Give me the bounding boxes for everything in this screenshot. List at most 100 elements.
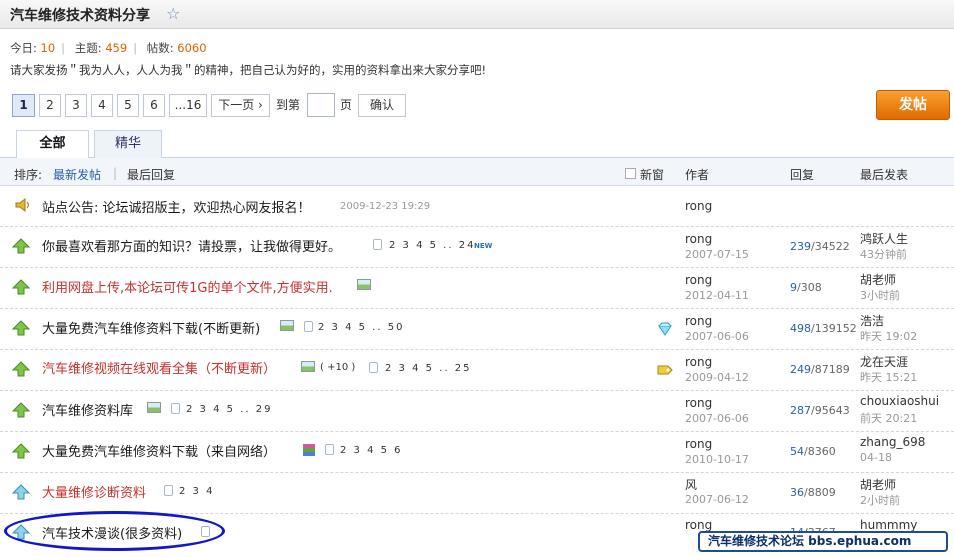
reply-view-count: 54/8360 (790, 445, 836, 458)
posts-count: 6060 (177, 41, 207, 55)
last-poster[interactable]: 胡老师 (860, 271, 896, 288)
thread-title-link[interactable]: 汽车维修资料库 (42, 400, 133, 419)
last-post-time[interactable]: 昨天 19:02 (860, 328, 917, 344)
image-attachment-icon (147, 402, 161, 413)
announcement-speaker-icon (15, 197, 29, 213)
today-label: 今日: (10, 41, 37, 55)
thread-author[interactable]: rong (685, 273, 712, 287)
sort-reply-link[interactable]: 最后回复 (127, 166, 175, 183)
reply-count: 498 (790, 322, 811, 335)
page-last-button[interactable]: ...16 (169, 94, 207, 117)
thread-title-link[interactable]: 汽车维修视频在线观看全集（不断更新） (42, 358, 276, 377)
image-attachment-icon (280, 320, 294, 331)
last-post-column-header: 最后发表 (860, 168, 909, 182)
hot-thread-arrow-icon (12, 279, 30, 295)
goto-page-input[interactable] (307, 93, 335, 117)
forum-stats: 今日: 10 | 主题: 459 | 帖数: 6060 (10, 41, 207, 55)
tab-digest[interactable]: 精华 (94, 130, 162, 158)
page-6-button[interactable]: 6 (143, 94, 165, 117)
thread-pages[interactable]: 2 3 4 5 .. 29 (186, 404, 272, 415)
hot-thread-arrow-icon (12, 238, 30, 254)
image-attachment-icon (301, 361, 315, 372)
view-count: /87189 (811, 363, 850, 376)
favorite-star-icon[interactable]: ☆ (166, 4, 180, 23)
sort-latest-link[interactable]: 最新发帖 (53, 166, 101, 183)
forum-description: 请大家发扬＂我为人人，人人为我＂的精神，把自己认为好的，实用的资料拿出来大家分享… (10, 63, 487, 77)
last-poster[interactable]: 浩洁 (860, 312, 884, 329)
thread-author[interactable]: rong (685, 355, 712, 369)
last-post-time[interactable]: 04-18 (860, 451, 892, 464)
thread-author[interactable]: rong (685, 437, 712, 451)
thread-pages[interactable]: 2 3 4 5 .. 25 (385, 363, 471, 374)
page-5-button[interactable]: 5 (117, 94, 139, 117)
last-post-time[interactable]: 前天 20:21 (860, 410, 917, 426)
thread-author[interactable]: rong (685, 314, 712, 328)
forum-title: 汽车维修技术资料分享 (10, 8, 150, 24)
thread-pages[interactable]: 2 3 4 5 6 (340, 445, 403, 456)
view-count: /34522 (811, 240, 850, 253)
goto-confirm-button[interactable]: 确认 (358, 94, 406, 117)
posts-label: 帖数: (146, 41, 174, 55)
announcement-date: 2009-12-23 19:29 (340, 201, 431, 212)
tab-all[interactable]: 全部 (16, 130, 89, 159)
reply-count: 239 (790, 240, 811, 253)
new-badge: NEW (474, 242, 493, 250)
thread-date: 2009-04-12 (685, 371, 749, 384)
thread-title-link[interactable]: 大量免费汽车维修资料下载(不断更新) (42, 318, 260, 337)
page-1-button[interactable]: 1 (12, 94, 35, 117)
author-column-header: 作者 (685, 168, 710, 182)
thread-pages[interactable]: 2 3 4 (179, 486, 214, 497)
hot-thread-arrow-icon (12, 402, 30, 418)
last-poster[interactable]: 鸿跃人生 (860, 230, 908, 247)
last-poster[interactable]: zhang_698 (860, 435, 925, 449)
last-post-time[interactable]: 昨天 15:21 (860, 369, 917, 385)
multipage-icon (373, 239, 382, 250)
hot-thread-arrow-icon (12, 443, 30, 459)
last-poster[interactable]: 胡老师 (860, 476, 896, 493)
new-window-checkbox[interactable] (625, 168, 636, 179)
tag-icon (657, 365, 673, 375)
last-post-time[interactable]: 2小时前 (860, 492, 900, 508)
goto-label: 到第 (276, 98, 301, 112)
last-poster[interactable]: 龙在天涯 (860, 353, 908, 370)
topics-label: 主题: (74, 41, 102, 55)
next-page-button[interactable]: 下一页 › (211, 94, 270, 117)
archive-books-icon (303, 444, 315, 456)
new-post-button[interactable]: 发帖 (876, 90, 950, 120)
annotation-circle (4, 511, 225, 551)
thread-title-link[interactable]: 大量免费汽车维修资料下载（来自网络） (42, 441, 276, 460)
thread-title-link[interactable]: 利用网盘上传,本论坛可传1G的单个文件,方便实用. (42, 277, 333, 296)
page-4-button[interactable]: 4 (91, 94, 113, 117)
multipage-icon (171, 403, 180, 414)
thread-author[interactable]: rong (685, 232, 712, 246)
page-3-button[interactable]: 3 (65, 94, 87, 117)
reply-view-count: 498/139152 (790, 322, 857, 335)
last-post-time[interactable]: 3小时前 (860, 287, 900, 303)
thread-arrow-icon (12, 484, 30, 500)
reply-view-count: 239/34522 (790, 240, 850, 253)
thread-date: 2012-04-11 (685, 289, 749, 302)
thread-author[interactable]: 风 (685, 476, 697, 493)
last-post-time[interactable]: 43分钟前 (860, 246, 907, 262)
thread-author[interactable]: rong (685, 518, 712, 532)
goto-unit: 页 (340, 98, 353, 112)
reply-count: 54 (790, 445, 804, 458)
image-attachment-icon (357, 279, 371, 290)
thread-date: 2007-07-15 (685, 248, 749, 261)
replies-column-header: 回复 (790, 168, 815, 182)
thread-pages[interactable]: 2 3 4 5 .. 50 (318, 322, 404, 333)
thread-title-link[interactable]: 站点公告: 论坛诚招版主，欢迎热心网友报名！ (42, 197, 311, 216)
view-count: /95643 (811, 404, 850, 417)
thread-author[interactable]: rong (685, 396, 712, 410)
thread-date: 2007-06-12 (685, 493, 749, 506)
thread-title-link[interactable]: 大量维修诊断资料 (42, 482, 146, 501)
thread-pages[interactable]: 2 3 4 5 .. 24 (389, 240, 475, 251)
page-2-button[interactable]: 2 (39, 94, 61, 117)
reply-count: 287 (790, 404, 811, 417)
last-poster[interactable]: chouxiaoshui (860, 394, 939, 408)
multipage-icon (304, 321, 313, 332)
thread-title-link[interactable]: 你最喜欢看那方面的知识？请投票，让我做得更好。 (42, 236, 341, 255)
thread-author[interactable]: rong (685, 199, 712, 213)
reply-view-count: 287/95643 (790, 404, 850, 417)
last-poster[interactable]: hummmy (860, 518, 917, 532)
